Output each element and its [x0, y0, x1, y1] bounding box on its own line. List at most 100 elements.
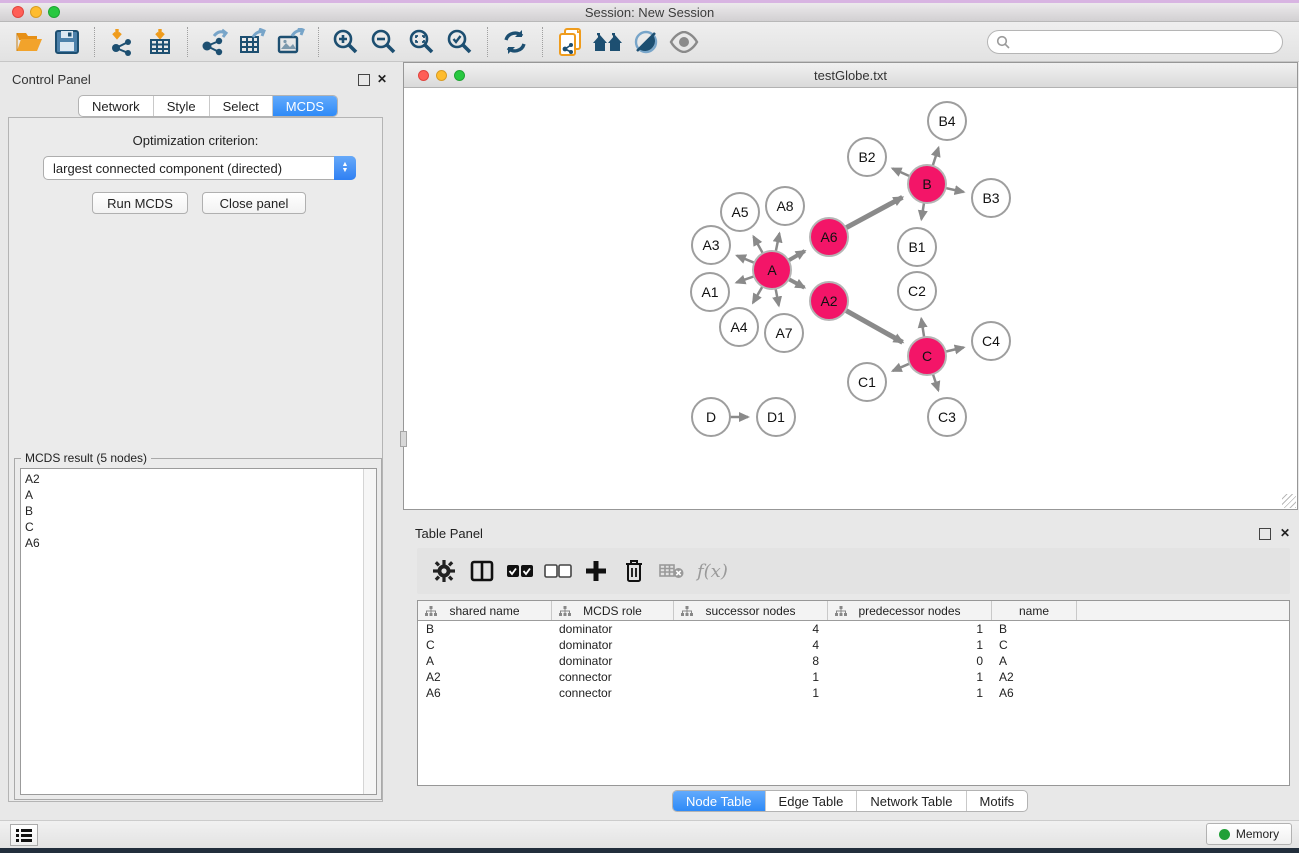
tab-style[interactable]: Style: [153, 96, 209, 116]
function-builder-icon[interactable]: f(x): [697, 561, 728, 582]
column-header-successor-nodes[interactable]: successor nodes: [673, 601, 827, 620]
delete-table-icon[interactable]: [653, 554, 691, 588]
table-cell[interactable]: 4: [673, 637, 827, 653]
table-cell[interactable]: connector: [551, 685, 673, 701]
table-cell[interactable]: connector: [551, 669, 673, 685]
table-cell[interactable]: A2: [418, 669, 551, 685]
tab-mcds[interactable]: MCDS: [272, 96, 337, 116]
graph-node-a8[interactable]: A8: [765, 186, 805, 226]
tab-network[interactable]: Network: [79, 96, 153, 116]
memory-button[interactable]: Memory: [1206, 823, 1292, 845]
graph-node-c3[interactable]: C3: [927, 397, 967, 437]
table-cell[interactable]: 8: [673, 653, 827, 669]
run-mcds-button[interactable]: Run MCDS: [92, 192, 188, 214]
search-field[interactable]: [987, 30, 1283, 54]
graph-node-a[interactable]: A: [752, 250, 792, 290]
node-table[interactable]: shared nameMCDS rolesuccessor nodesprede…: [417, 600, 1290, 786]
toggle-details-icon[interactable]: [627, 26, 665, 58]
export-image-icon[interactable]: [272, 26, 310, 58]
table-row[interactable]: Cdominator41C: [418, 637, 1289, 653]
graph-node-a1[interactable]: A1: [690, 272, 730, 312]
tab-network-table[interactable]: Network Table: [856, 791, 965, 811]
table-cell[interactable]: 1: [673, 669, 827, 685]
table-row[interactable]: Bdominator41B: [418, 621, 1289, 637]
table-cell[interactable]: 0: [827, 653, 991, 669]
show-graphics-icon[interactable]: [665, 26, 703, 58]
network-canvas[interactable]: AA1A2A3A4A5A6A7A8BB1B2B3B4CC1C2C3C4DD1: [404, 88, 1297, 509]
search-input[interactable]: [1010, 34, 1274, 50]
graph-node-a5[interactable]: A5: [720, 192, 760, 232]
tab-motifs[interactable]: Motifs: [966, 791, 1028, 811]
graph-node-b2[interactable]: B2: [847, 137, 887, 177]
mcds-result-item[interactable]: A2: [25, 471, 376, 487]
graph-node-a6[interactable]: A6: [809, 217, 849, 257]
float-table-panel-icon[interactable]: [1259, 528, 1271, 540]
close-view-button[interactable]: [418, 70, 429, 81]
gear-icon[interactable]: [425, 554, 463, 588]
table-cell[interactable]: B: [418, 621, 551, 637]
tab-node-table[interactable]: Node Table: [673, 791, 765, 811]
tab-select[interactable]: Select: [209, 96, 272, 116]
graph-node-b1[interactable]: B1: [897, 227, 937, 267]
graph-node-d[interactable]: D: [691, 397, 731, 437]
maximize-window-button[interactable]: [48, 6, 60, 18]
column-header-predecessor-nodes[interactable]: predecessor nodes: [827, 601, 991, 620]
mcds-result-item[interactable]: A6: [25, 535, 376, 551]
maximize-view-button[interactable]: [454, 70, 465, 81]
table-cell[interactable]: C: [991, 637, 1076, 653]
table-cell[interactable]: 4: [673, 621, 827, 637]
graph-node-b[interactable]: B: [907, 164, 947, 204]
select-all-icon[interactable]: [501, 554, 539, 588]
export-table-icon[interactable]: [234, 26, 272, 58]
mcds-result-list[interactable]: A2ABCA6: [20, 468, 377, 795]
save-session-icon[interactable]: [48, 26, 86, 58]
tab-edge-table[interactable]: Edge Table: [765, 791, 857, 811]
graph-node-c[interactable]: C: [907, 336, 947, 376]
table-row[interactable]: A6connector11A6: [418, 685, 1289, 701]
mcds-result-item[interactable]: B: [25, 503, 376, 519]
graph-node-c1[interactable]: C1: [847, 362, 887, 402]
mcds-result-item[interactable]: C: [25, 519, 376, 535]
zoom-fit-icon[interactable]: [403, 26, 441, 58]
table-cell[interactable]: A: [991, 653, 1076, 669]
graph-node-a7[interactable]: A7: [764, 313, 804, 353]
apply-layout-icon[interactable]: [496, 26, 534, 58]
column-header-shared-name[interactable]: shared name: [418, 601, 551, 620]
table-cell[interactable]: 1: [827, 637, 991, 653]
table-cell[interactable]: dominator: [551, 653, 673, 669]
mcds-result-item[interactable]: A: [25, 487, 376, 503]
open-file-icon[interactable]: [10, 26, 48, 58]
table-cell[interactable]: 1: [827, 669, 991, 685]
minimize-view-button[interactable]: [436, 70, 447, 81]
table-row[interactable]: Adominator80A: [418, 653, 1289, 669]
zoom-in-icon[interactable]: [327, 26, 365, 58]
graph-node-a2[interactable]: A2: [809, 281, 849, 321]
graph-node-c4[interactable]: C4: [971, 321, 1011, 361]
graph-node-b4[interactable]: B4: [927, 101, 967, 141]
close-table-panel-icon[interactable]: ✕: [1279, 528, 1291, 540]
table-cell[interactable]: C: [418, 637, 551, 653]
column-header-name[interactable]: name: [991, 601, 1076, 620]
table-row[interactable]: A2connector11A2: [418, 669, 1289, 685]
graph-node-a3[interactable]: A3: [691, 225, 731, 265]
deselect-all-icon[interactable]: [539, 554, 577, 588]
resize-grip-icon[interactable]: [1282, 494, 1296, 508]
table-cell[interactable]: A6: [991, 685, 1076, 701]
table-cell[interactable]: dominator: [551, 621, 673, 637]
minimize-window-button[interactable]: [30, 6, 42, 18]
table-cell[interactable]: 1: [827, 621, 991, 637]
close-panel-button[interactable]: Close panel: [202, 192, 306, 214]
table-cell[interactable]: B: [991, 621, 1076, 637]
zoom-selected-icon[interactable]: [441, 26, 479, 58]
graph-node-d1[interactable]: D1: [756, 397, 796, 437]
export-network-icon[interactable]: [196, 26, 234, 58]
table-cell[interactable]: A: [418, 653, 551, 669]
graph-node-a4[interactable]: A4: [719, 307, 759, 347]
optimization-criterion-dropdown[interactable]: largest connected component (directed) ▲…: [43, 156, 356, 180]
scrollbar[interactable]: [363, 469, 376, 794]
table-cell[interactable]: A2: [991, 669, 1076, 685]
table-cell[interactable]: A6: [418, 685, 551, 701]
delete-icon[interactable]: [615, 554, 653, 588]
table-cell[interactable]: 1: [827, 685, 991, 701]
columns-icon[interactable]: [463, 554, 501, 588]
